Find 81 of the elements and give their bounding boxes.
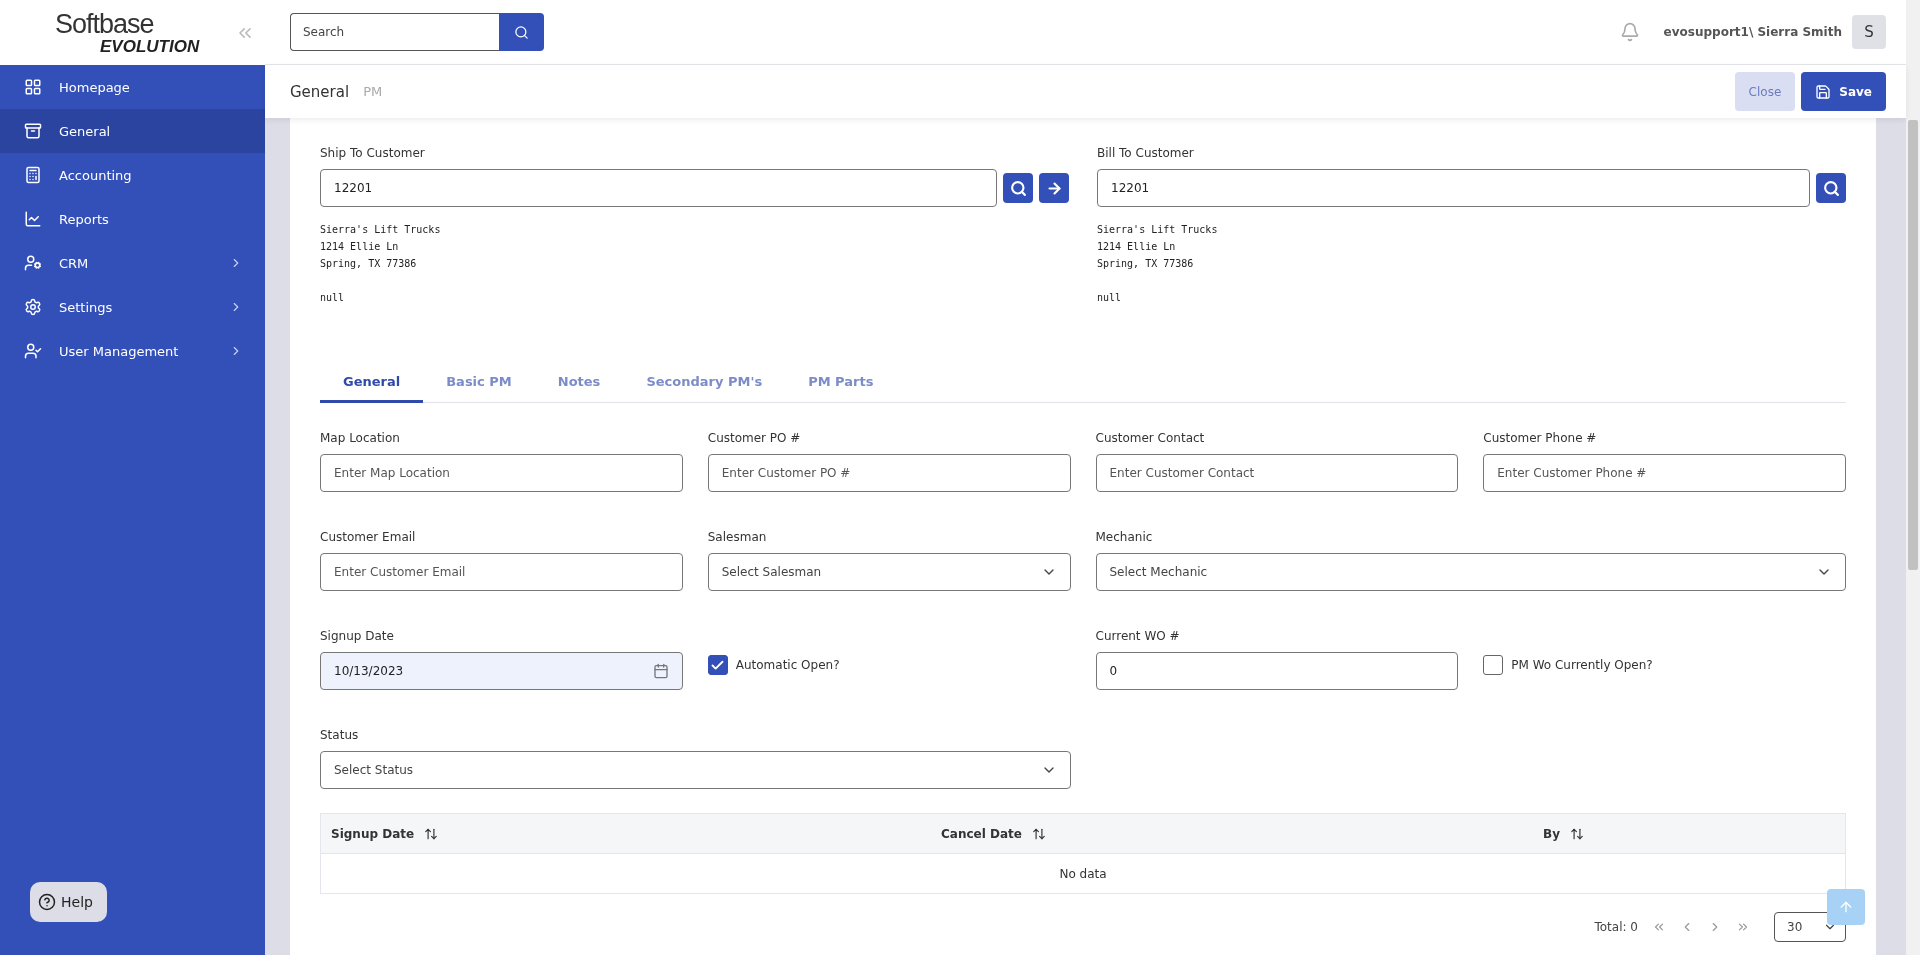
- search-field[interactable]: Search: [290, 13, 499, 51]
- input-field[interactable]: 0: [1095, 652, 1459, 690]
- help-icon: [38, 893, 56, 911]
- field-label: Salesman: [707, 530, 768, 544]
- logo: Softbase EVOLUTION: [55, 10, 200, 55]
- user-name: evosupport1\ Sierra Smith: [1663, 25, 1842, 39]
- column-header[interactable]: Cancel Date: [941, 826, 1022, 841]
- field-label: Signup Date: [320, 629, 395, 643]
- avatar[interactable]: S: [1852, 15, 1886, 49]
- user-icon: [24, 342, 42, 360]
- address-line: Spring, TX 77386: [320, 257, 418, 271]
- search-icon: [1822, 179, 1840, 197]
- select-field[interactable]: Select Salesman: [707, 553, 1071, 591]
- checkbox-label: PM Wo Currently Open?: [1511, 658, 1653, 672]
- sidebar-item[interactable]: User Management: [0, 329, 265, 373]
- bell-icon[interactable]: [1619, 22, 1640, 42]
- sort-icon[interactable]: [1569, 826, 1584, 841]
- search-icon: [514, 24, 529, 40]
- field-label: Status: [320, 728, 360, 742]
- field-label: Customer Email: [320, 530, 417, 544]
- field-label: Customer Phone #: [1483, 431, 1598, 445]
- help-button[interactable]: Help: [30, 882, 107, 922]
- user-icon: [24, 254, 42, 272]
- input-field[interactable]: Enter Map Location: [320, 454, 683, 492]
- save-button[interactable]: Save: [1801, 72, 1886, 111]
- input-field[interactable]: Enter Customer Email: [320, 553, 683, 591]
- search-button[interactable]: [1816, 173, 1846, 203]
- search-button[interactable]: [499, 13, 544, 51]
- column-header[interactable]: By: [1543, 826, 1560, 841]
- field-label: Ship To Customer: [320, 146, 426, 160]
- address-line: Spring, TX 77386: [1097, 257, 1195, 271]
- field-label: Current WO #: [1095, 629, 1181, 643]
- calculator-icon: [24, 166, 42, 184]
- field-label: Customer Contact: [1095, 431, 1206, 445]
- sidebar-item[interactable]: Reports: [0, 197, 265, 241]
- field-label: Mechanic: [1095, 530, 1154, 544]
- grid-icon: [24, 78, 42, 96]
- sort-icon[interactable]: [1031, 826, 1046, 841]
- input-field[interactable]: 12201: [320, 169, 997, 207]
- sidebar-item[interactable]: Settings: [0, 285, 265, 329]
- address-line: Sierra's Lift Trucks: [1097, 223, 1219, 237]
- address-line: 1214 Ellie Ln: [1097, 240, 1177, 254]
- input-field[interactable]: 12201: [1097, 169, 1810, 207]
- select-field[interactable]: Select Status: [320, 751, 1071, 789]
- search-button[interactable]: [1003, 173, 1033, 203]
- breadcrumb: General: [290, 82, 350, 101]
- sidebar-item[interactable]: General: [0, 109, 265, 153]
- select-field[interactable]: Select Mechanic: [1095, 553, 1846, 591]
- address-line: Sierra's Lift Trucks: [320, 223, 442, 237]
- input-field[interactable]: Enter Customer Phone #: [1483, 454, 1846, 492]
- input-field[interactable]: Enter Customer Contact: [1095, 454, 1459, 492]
- arrow-button[interactable]: [1039, 173, 1069, 203]
- settings-icon: [24, 298, 42, 316]
- address-line: 1214 Ellie Ln: [320, 240, 400, 254]
- save-icon: [1815, 83, 1832, 100]
- field-label: Customer PO #: [707, 431, 802, 445]
- first-page-icon[interactable]: [1652, 920, 1666, 934]
- checkbox[interactable]: [707, 655, 728, 675]
- tab[interactable]: General: [320, 374, 424, 403]
- checkbox[interactable]: [1483, 655, 1504, 675]
- column-header[interactable]: Signup Date: [331, 826, 415, 841]
- field-label: Bill To Customer: [1097, 146, 1195, 160]
- last-page-icon[interactable]: [1736, 920, 1750, 934]
- sidebar-item[interactable]: CRM: [0, 241, 265, 285]
- address-note: null: [320, 291, 346, 305]
- empty-message: No data: [1058, 865, 1108, 883]
- sidebar-item[interactable]: Homepage: [0, 65, 265, 109]
- search-icon: [1009, 179, 1027, 197]
- sort-icon[interactable]: [424, 826, 439, 841]
- field-label: Map Location: [320, 431, 401, 445]
- scrollbar[interactable]: [1906, 0, 1920, 955]
- address-note: null: [1097, 291, 1123, 305]
- archive-icon: [24, 122, 42, 140]
- date-field[interactable]: 10/13/2023: [320, 652, 683, 690]
- checkbox-label: Automatic Open?: [735, 658, 840, 672]
- calendar-icon: [652, 663, 669, 679]
- sidebar-item[interactable]: Accounting: [0, 153, 265, 197]
- input-field[interactable]: Enter Customer PO #: [707, 454, 1071, 492]
- total-count: Total: 0: [1594, 920, 1638, 934]
- chart-icon: [24, 210, 42, 228]
- arrow-right-icon: [1045, 179, 1063, 197]
